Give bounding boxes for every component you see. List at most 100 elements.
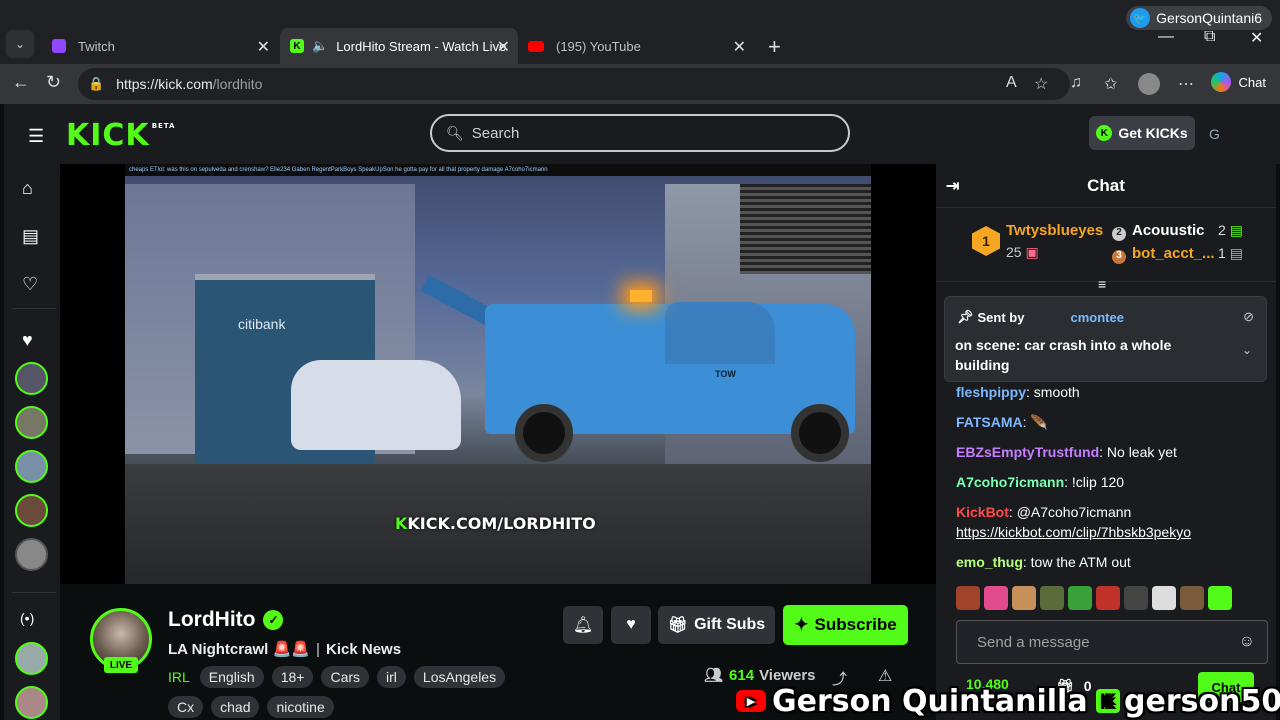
gift-subs-label: Gift Subs: [694, 616, 766, 633]
follow-button[interactable]: ♥: [611, 606, 651, 644]
speaker-icon[interactable]: 🔈: [312, 38, 328, 54]
browse-icon[interactable]: ▤: [22, 226, 39, 247]
user-menu-icon[interactable]: G: [1209, 126, 1220, 142]
streamer-name[interactable]: LordHito ✓: [168, 608, 284, 632]
stream-tags: IRL English 18+ Cars irl LosAngeles Cx c…: [168, 666, 528, 718]
youtube-overlay: ▶ Gerson Quintanilla: [736, 682, 1088, 720]
avatar[interactable]: [1138, 73, 1160, 95]
address-bar-row: ← ↻ 🔒 https://kick.com/lordhito A ☆ ♫ ✩ …: [0, 64, 1280, 104]
search-input[interactable]: 🔍︎ Search: [430, 114, 850, 152]
followed-channel-avatar[interactable]: [15, 362, 48, 395]
menu-icon[interactable]: ☰: [28, 126, 44, 147]
recommended-channel-avatar[interactable]: [15, 686, 48, 719]
tab-search-button[interactable]: ⌄: [6, 30, 34, 58]
followed-channel-avatar[interactable]: [15, 406, 48, 439]
followed-channel-avatar[interactable]: [15, 494, 48, 527]
more-icon[interactable]: ⋯: [1178, 74, 1194, 94]
home-icon[interactable]: ⌂: [22, 178, 33, 199]
reload-icon[interactable]: ↻: [46, 72, 61, 93]
chat-input-placeholder: Send a message: [977, 633, 1090, 651]
tab-twitch[interactable]: Twitch ✕: [42, 28, 278, 64]
emote[interactable]: [956, 586, 980, 610]
collapse-chat-icon[interactable]: ⇥: [946, 176, 959, 196]
rank-2-badge: 2: [1112, 227, 1126, 241]
minimize-button[interactable]: —: [1158, 28, 1174, 46]
crashed-car: [291, 360, 461, 450]
following-icon[interactable]: ♡: [22, 274, 38, 295]
tow-truck-cab: [665, 302, 775, 364]
leader-name[interactable]: Twtysblueyes: [1006, 222, 1103, 239]
recommended-channel-avatar[interactable]: [15, 642, 48, 675]
favorite-star-icon[interactable]: ☆: [1034, 74, 1048, 94]
kick-logo[interactable]: KICK BETA: [66, 118, 176, 153]
address-bar[interactable]: 🔒 https://kick.com/lordhito: [78, 68, 1070, 100]
chat-messages: fleshpippy: smooth FATSAMA: 🪶 EBZsEmptyT…: [956, 382, 1266, 582]
viewers-icon: 👥︎: [704, 667, 724, 684]
rank-3-badge: 3: [1112, 250, 1126, 264]
emote[interactable]: [1208, 586, 1232, 610]
emote[interactable]: [1180, 586, 1204, 610]
tag[interactable]: 18+: [271, 666, 314, 688]
followed-heart-icon[interactable]: ♥: [22, 330, 33, 351]
video-player[interactable]: citibank TOW cheaps ETlol: was this on s…: [60, 164, 936, 584]
emote[interactable]: [1152, 586, 1176, 610]
back-icon[interactable]: ←: [12, 72, 30, 93]
followed-channel-avatar[interactable]: [15, 538, 48, 571]
category-link[interactable]: IRL: [168, 669, 190, 685]
followed-channel-avatar[interactable]: [15, 450, 48, 483]
beta-badge: BETA: [151, 122, 176, 130]
gift-subs-button[interactable]: 🎁︎ Gift Subs: [658, 606, 775, 644]
emote[interactable]: [1124, 586, 1148, 610]
get-kicks-button[interactable]: K Get KICKs: [1089, 116, 1195, 150]
tag[interactable]: LosAngeles: [413, 666, 506, 688]
copilot-chat-button[interactable]: Chat: [1210, 72, 1266, 92]
wheel: [791, 404, 849, 462]
notification-bell-button[interactable]: 🔔︎: [563, 606, 603, 644]
restore-button[interactable]: ⧉: [1204, 28, 1215, 46]
live-broadcast-icon[interactable]: (•): [20, 610, 34, 626]
tag[interactable]: English: [199, 666, 264, 688]
rank-3-name[interactable]: 3 bot_acct_...: [1112, 245, 1215, 264]
close-icon[interactable]: ✕: [497, 37, 510, 57]
chat-header: ⇥ Chat: [936, 164, 1276, 208]
truck-label: TOW: [715, 369, 736, 379]
emote[interactable]: [1040, 586, 1064, 610]
gift-icon: ▣: [1025, 244, 1039, 260]
browser-titlebar: 🐦 GersonQuintani6 ⌄ Twitch ✕ K 🔈 LordHit…: [0, 0, 1280, 64]
emote[interactable]: [1012, 586, 1036, 610]
close-icon[interactable]: ✕: [733, 37, 746, 57]
pinned-user[interactable]: cmontee: [1070, 310, 1123, 325]
close-window-button[interactable]: ✕: [1250, 28, 1263, 48]
tag[interactable]: Cars: [321, 666, 370, 688]
emote[interactable]: [1096, 586, 1120, 610]
tag[interactable]: Cx: [168, 696, 204, 718]
expand-leaderboard-icon[interactable]: ≡: [1098, 276, 1106, 292]
chevron-down-icon[interactable]: ⌄: [1242, 343, 1252, 357]
favorites-icon[interactable]: ✩: [1104, 74, 1117, 94]
rank-2-name[interactable]: 2 Acouustic: [1112, 222, 1205, 241]
hide-pin-icon[interactable]: ⊘: [1243, 309, 1254, 325]
viewers-number: 614: [729, 666, 755, 684]
media-icon[interactable]: ♫: [1070, 74, 1082, 92]
tab-lordhito[interactable]: K 🔈 LordHito Stream - Watch Live ✕: [280, 28, 518, 64]
logo-text: KICK: [66, 118, 150, 153]
clip-link[interactable]: https://kickbot.com/clip/7hbskb3pekyo: [956, 524, 1191, 540]
tag[interactable]: nicotine: [267, 696, 334, 718]
emote[interactable]: [984, 586, 1008, 610]
tag[interactable]: chad: [211, 696, 260, 718]
read-aloud-icon[interactable]: A: [1006, 74, 1017, 92]
divider: [12, 592, 56, 593]
stream-video[interactable]: citibank TOW cheaps ETlol: was this on s…: [125, 164, 871, 584]
chat-input[interactable]: Send a message ☺: [956, 620, 1268, 664]
subscribe-button[interactable]: ✦ Subscribe: [783, 605, 908, 645]
search-icon: 🔍︎: [446, 124, 464, 141]
emote[interactable]: [1068, 586, 1092, 610]
chat-message: KickBot: @A7coho7icmann https://kickbot.c…: [956, 504, 1192, 540]
tag[interactable]: irl: [377, 666, 406, 688]
lock-icon[interactable]: 🔒: [88, 76, 104, 92]
emoji-icon[interactable]: ☺: [1239, 633, 1255, 651]
close-icon[interactable]: ✕: [257, 37, 270, 57]
tab-youtube[interactable]: (195) YouTube ✕: [518, 28, 754, 64]
new-tab-button[interactable]: +: [768, 34, 781, 60]
bell-icon: 🔔︎: [572, 617, 594, 634]
